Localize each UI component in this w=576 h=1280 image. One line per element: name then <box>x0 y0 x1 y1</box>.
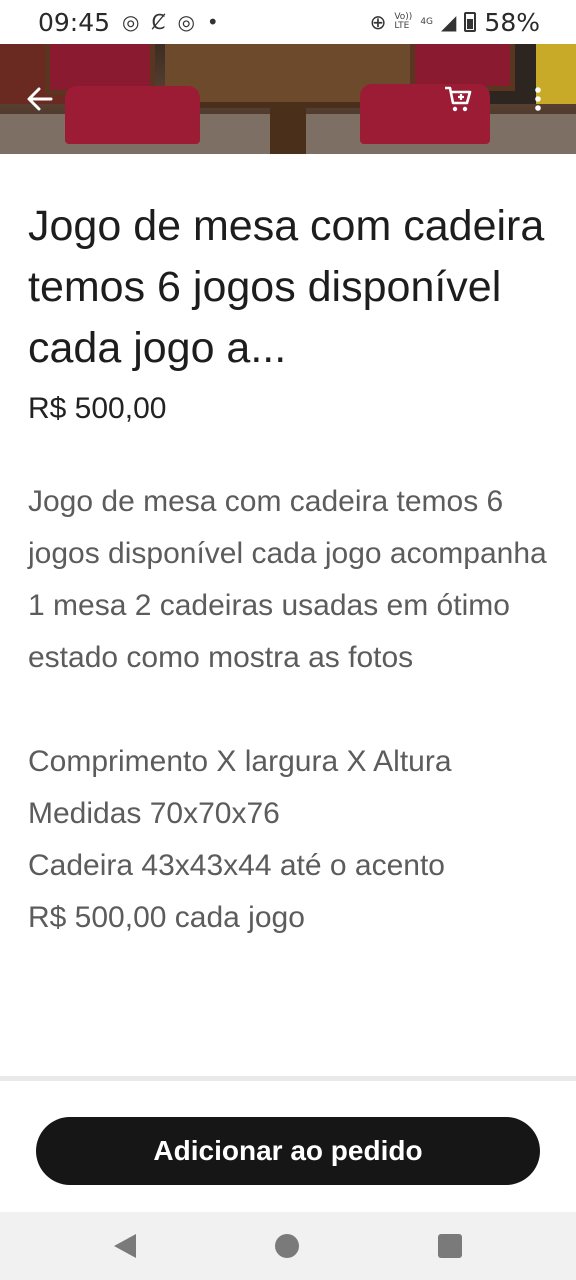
status-bar-left: 09:45 ◎ Ȼ ◎ • <box>38 8 219 37</box>
description-line: Medidas 70x70x76 <box>28 797 280 830</box>
nav-back-icon[interactable] <box>113 1234 136 1258</box>
product-image[interactable] <box>0 44 576 154</box>
app-notification-icon: Ȼ <box>151 10 166 34</box>
description-line: Cadeira 43x43x44 até o acento <box>28 849 445 882</box>
bottom-action-bar: Adicionar ao pedido <box>0 1076 576 1212</box>
nav-recents-icon[interactable] <box>438 1234 463 1258</box>
chair-seat <box>65 86 200 144</box>
status-bar: 09:45 ◎ Ȼ ◎ • ⊕ Vo)) LTE 4G ◢ 58% <box>0 0 576 44</box>
signal-indicator: 4G <box>420 16 434 27</box>
chrome-icon: ◎ <box>177 10 195 34</box>
nav-home-icon[interactable] <box>274 1234 299 1258</box>
add-to-order-button[interactable]: Adicionar ao pedido <box>36 1117 540 1185</box>
product-description: Jogo de mesa com cadeira temos 6 jogos d… <box>28 476 553 944</box>
signal-strength-icon: ◢ <box>441 10 457 34</box>
product-title: Jogo de mesa com cadeira temos 6 jogos d… <box>28 202 545 372</box>
product-price: R$ 500,00 <box>28 392 167 425</box>
more-notifications-dot-icon: • <box>206 10 219 34</box>
network-type-label: 4G <box>420 16 434 27</box>
system-navigation-bar <box>0 1212 576 1280</box>
cart-button[interactable] <box>428 44 488 154</box>
description-line: R$ 500,00 cada jogo <box>28 901 305 934</box>
lte-label: LTE <box>394 21 410 31</box>
status-bar-right: ⊕ Vo)) LTE 4G ◢ 58% <box>370 8 540 37</box>
more-vertical-icon <box>535 87 541 111</box>
volte-indicator: Vo)) LTE <box>394 13 412 31</box>
more-options-button[interactable] <box>510 44 566 154</box>
status-time: 09:45 <box>38 7 111 37</box>
back-button[interactable] <box>10 44 70 154</box>
arrow-left-icon <box>27 87 53 111</box>
battery-percent: 58% <box>484 7 540 37</box>
data-saver-icon: ⊕ <box>369 10 387 34</box>
description-line: Comprimento X largura X Altura <box>28 745 452 778</box>
table-leg <box>270 102 306 154</box>
cart-icon <box>445 86 472 112</box>
chrome-icon: ◎ <box>122 10 140 34</box>
battery-icon <box>464 12 477 32</box>
description-line: Jogo de mesa com cadeira temos 6 jogos d… <box>28 485 547 674</box>
